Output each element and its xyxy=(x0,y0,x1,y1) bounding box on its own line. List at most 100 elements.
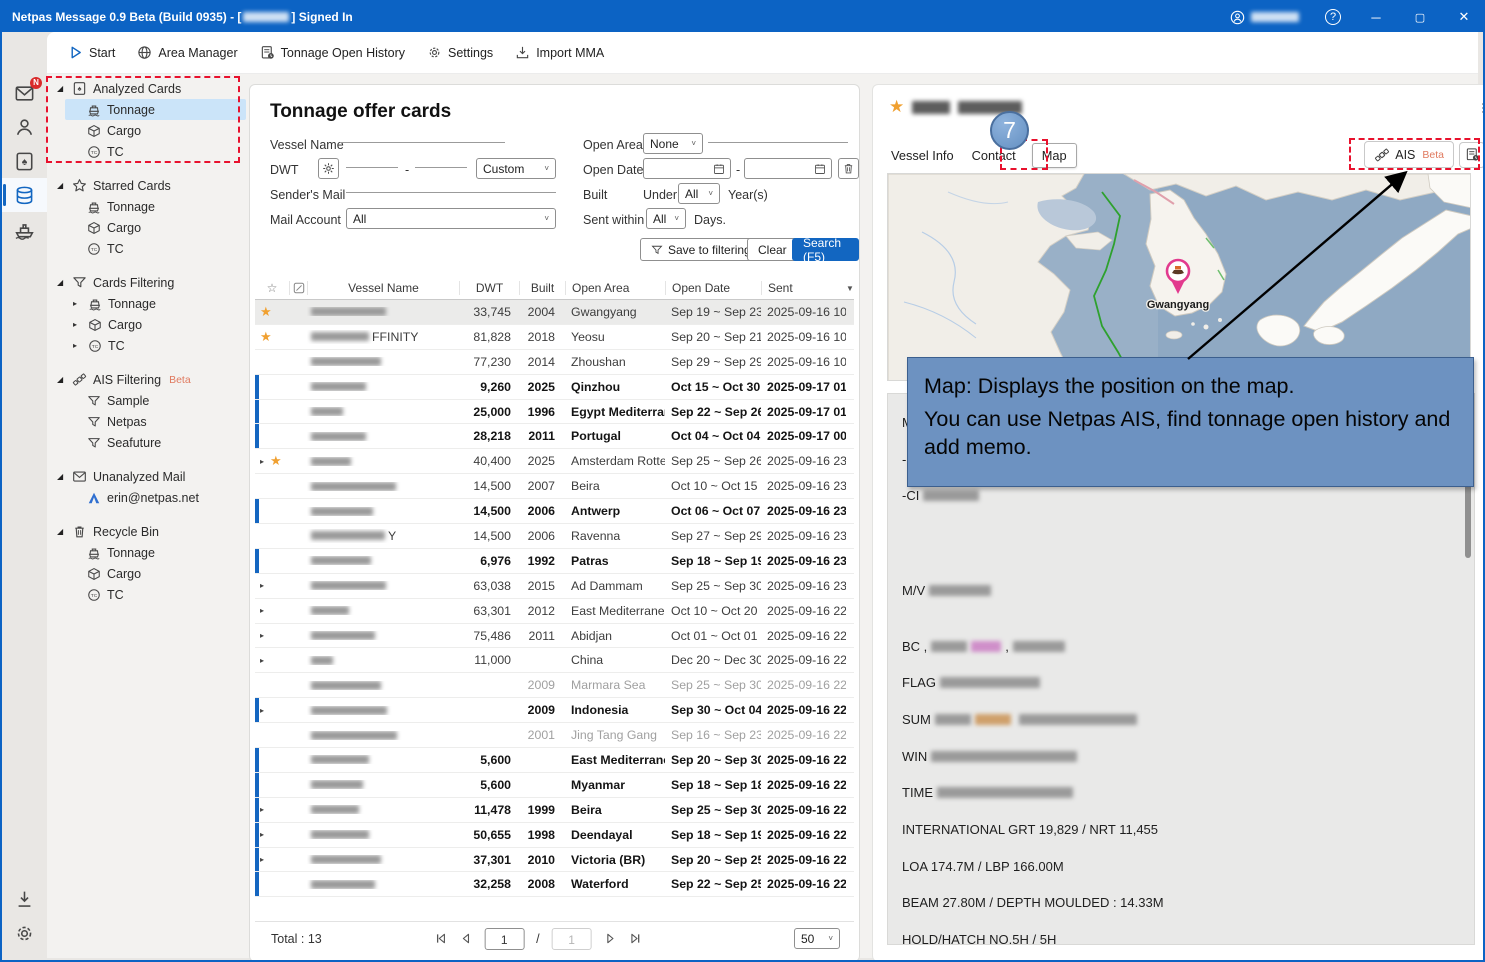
expand-icon[interactable]: ▸ xyxy=(260,805,268,814)
maximize-button[interactable]: ▢ xyxy=(1411,11,1429,24)
tree-item-ais-filtering-netpas[interactable]: Netpas xyxy=(65,411,246,432)
row-star-cell[interactable]: ▸★ xyxy=(255,453,289,469)
tree-node-recycle-bin[interactable]: ◢Recycle Bin xyxy=(51,521,246,542)
row-star-cell[interactable]: ▸ xyxy=(255,805,289,814)
sent-header[interactable]: Sent xyxy=(761,281,846,295)
tonnage-open-history-button[interactable] xyxy=(1459,142,1485,168)
toolbar-area-manager[interactable]: Area Manager xyxy=(128,40,246,65)
tab-vessel-info[interactable]: Vessel Info xyxy=(889,144,956,167)
page-input[interactable]: 1 xyxy=(484,928,524,950)
dwt-settings-button[interactable] xyxy=(318,158,339,179)
open-date-to-input[interactable] xyxy=(744,158,832,179)
row-star-cell[interactable]: ▸ xyxy=(255,855,289,864)
minimize-button[interactable]: ─ xyxy=(1367,10,1385,25)
table-row[interactable]: 32,2582008WaterfordSep 22 ~ Sep 252025-0… xyxy=(255,872,854,897)
vessel-name-header[interactable]: Vessel Name xyxy=(307,281,459,295)
table-row[interactable]: 6,9761992PatrasSep 18 ~ Sep 192025-09-16… xyxy=(255,549,854,574)
table-row[interactable]: ▸11,4781999BeiraSep 25 ~ Sep 302025-09-1… xyxy=(255,798,854,823)
position-map[interactable]: Gwangyang xyxy=(887,173,1471,381)
row-star-cell[interactable]: ★ xyxy=(255,304,289,320)
detail-menu-button[interactable] xyxy=(1480,99,1485,122)
tree-node-starred-cards[interactable]: ◢Starred Cards xyxy=(51,175,246,196)
tree-item-cards-filtering-cargo[interactable]: ▸Cargo xyxy=(65,314,246,335)
mail-account-dropdown[interactable]: All˅ xyxy=(346,208,556,229)
first-page-button[interactable] xyxy=(434,932,447,945)
open-area-input[interactable] xyxy=(708,125,848,143)
expand-icon[interactable]: ▸ xyxy=(260,606,268,615)
row-star-cell[interactable]: ▸ xyxy=(255,631,289,640)
tree-item-recycle-bin-cargo[interactable]: Cargo xyxy=(65,563,246,584)
row-star-cell[interactable]: ▸ xyxy=(255,606,289,615)
sent-within-dropdown[interactable]: All˅ xyxy=(646,208,686,229)
row-star-cell[interactable]: ▸ xyxy=(255,656,289,665)
rail-item-analyzed-cards[interactable]: ♠ xyxy=(2,144,47,178)
save-to-filtering-button[interactable]: Save to filtering xyxy=(640,238,762,261)
expand-icon[interactable]: ▸ xyxy=(260,631,268,640)
table-row[interactable]: 5,600East Mediterranea...Sep 20 ~ Sep 30… xyxy=(255,748,854,773)
built-dropdown[interactable]: All˅ xyxy=(678,183,720,204)
rail-item-settings[interactable] xyxy=(2,916,47,950)
table-row[interactable]: ▸63,0382015Ad DammamSep 25 ~ Sep 302025-… xyxy=(255,574,854,599)
rail-item-cards-database[interactable] xyxy=(2,178,47,212)
dwt-min-input[interactable] xyxy=(346,150,398,168)
page-size-dropdown[interactable]: 50˅ xyxy=(794,928,840,949)
expand-icon[interactable]: ▸ xyxy=(260,706,268,715)
toolbar-start[interactable]: Start xyxy=(59,40,124,65)
table-row[interactable]: ▸50,6551998DeendayalSep 18 ~ Sep 192025-… xyxy=(255,823,854,848)
table-row[interactable]: 2001Jing Tang GangSep 16 ~ Sep 232025-09… xyxy=(255,723,854,748)
senders-mail-input[interactable] xyxy=(346,175,556,193)
row-star-cell[interactable]: ▸ xyxy=(255,581,289,590)
star-icon[interactable]: ★ xyxy=(260,304,272,320)
expand-icon[interactable]: ▸ xyxy=(260,830,268,839)
user-menu[interactable] xyxy=(1230,10,1299,25)
tree-node-cards-filtering[interactable]: ◢Cards Filtering xyxy=(51,272,246,293)
open-date-clear-button[interactable] xyxy=(838,158,859,179)
last-page-button[interactable] xyxy=(629,932,642,945)
prev-page-button[interactable] xyxy=(459,932,472,945)
row-star-cell[interactable]: ★ xyxy=(255,329,289,345)
built-header[interactable]: Built xyxy=(519,281,565,295)
open-area-dropdown[interactable]: None˅ xyxy=(643,133,703,154)
vessel-name-input[interactable] xyxy=(340,125,505,143)
tree-item-cards-filtering-tonnage[interactable]: ▸Tonnage xyxy=(65,293,246,314)
table-row[interactable]: ▸11,000ChinaDec 20 ~ Dec 302025-09-16 22… xyxy=(255,648,854,673)
tree-item-analyzed-cards-cargo[interactable]: Cargo xyxy=(65,120,246,141)
table-row[interactable]: 14,5002006AntwerpOct 06 ~ Oct 072025-09-… xyxy=(255,499,854,524)
rail-item-contacts[interactable] xyxy=(2,110,47,144)
toolbar-import-mma[interactable]: Import MMA xyxy=(506,40,613,65)
toolbar-tonnage-open-history[interactable]: Tonnage Open History xyxy=(251,40,414,65)
open-date-from-input[interactable] xyxy=(643,158,731,179)
sort-desc-icon[interactable]: ▼ xyxy=(846,284,856,293)
help-button[interactable]: ? xyxy=(1325,9,1341,25)
table-row[interactable]: ▸37,3012010Victoria (BR)Sep 20 ~ Sep 252… xyxy=(255,848,854,873)
row-star-cell[interactable]: ▸ xyxy=(255,706,289,715)
vessel-star-icon[interactable]: ★ xyxy=(889,97,904,117)
table-row[interactable]: ▸2009IndonesiaSep 30 ~ Oct 042025-09-16 … xyxy=(255,698,854,723)
expand-icon[interactable]: ▸ xyxy=(260,581,268,590)
table-row[interactable]: ▸63,3012012East Mediterranean...Oct 10 ~… xyxy=(255,599,854,624)
close-button[interactable]: ✕ xyxy=(1455,9,1473,25)
ais-button[interactable]: AIS Beta xyxy=(1364,141,1454,168)
table-row[interactable]: 14,5002007BeiraOct 10 ~ Oct 152025-09-16… xyxy=(255,474,854,499)
tree-node-analyzed-cards[interactable]: ◢♠Analyzed Cards xyxy=(51,78,246,99)
tree-node-ais-filtering[interactable]: ◢AIS FilteringBeta xyxy=(51,369,246,390)
tree-item-cards-filtering-tc[interactable]: ▸TCTC xyxy=(65,335,246,356)
star-icon[interactable]: ★ xyxy=(270,453,282,469)
table-row[interactable]: ▸75,4862011AbidjanOct 01 ~ Oct 012025-09… xyxy=(255,624,854,649)
row-star-cell[interactable]: ▸ xyxy=(255,830,289,839)
tree-item-analyzed-cards-tc[interactable]: TCTC xyxy=(65,141,246,162)
table-row[interactable]: 9,2602025QinzhouOct 15 ~ Oct 302025-09-1… xyxy=(255,375,854,400)
star-column-header[interactable]: ☆ xyxy=(255,281,289,295)
expand-icon[interactable]: ▸ xyxy=(260,656,268,665)
table-row[interactable]: ★FFINITY81,8282018YeosuSep 20 ~ Sep 2120… xyxy=(255,325,854,350)
expand-icon[interactable]: ▸ xyxy=(260,457,268,466)
tree-item-ais-filtering-seafuture[interactable]: Seafuture xyxy=(65,432,246,453)
dwt-max-input[interactable] xyxy=(415,150,467,168)
tree-item-starred-cards-tc[interactable]: TCTC xyxy=(65,238,246,259)
tree-item-analyzed-cards-tonnage[interactable]: Tonnage xyxy=(65,99,246,120)
open-date-header[interactable]: Open Date xyxy=(665,281,761,295)
next-page-button[interactable] xyxy=(604,932,617,945)
table-row[interactable]: Y14,5002006RavennaSep 27 ~ Sep 292025-09… xyxy=(255,524,854,549)
tree-item-unanalyzed-mail-erin-netpas-net[interactable]: erin@netpas.net xyxy=(65,487,246,508)
expand-icon[interactable]: ▸ xyxy=(260,855,268,864)
